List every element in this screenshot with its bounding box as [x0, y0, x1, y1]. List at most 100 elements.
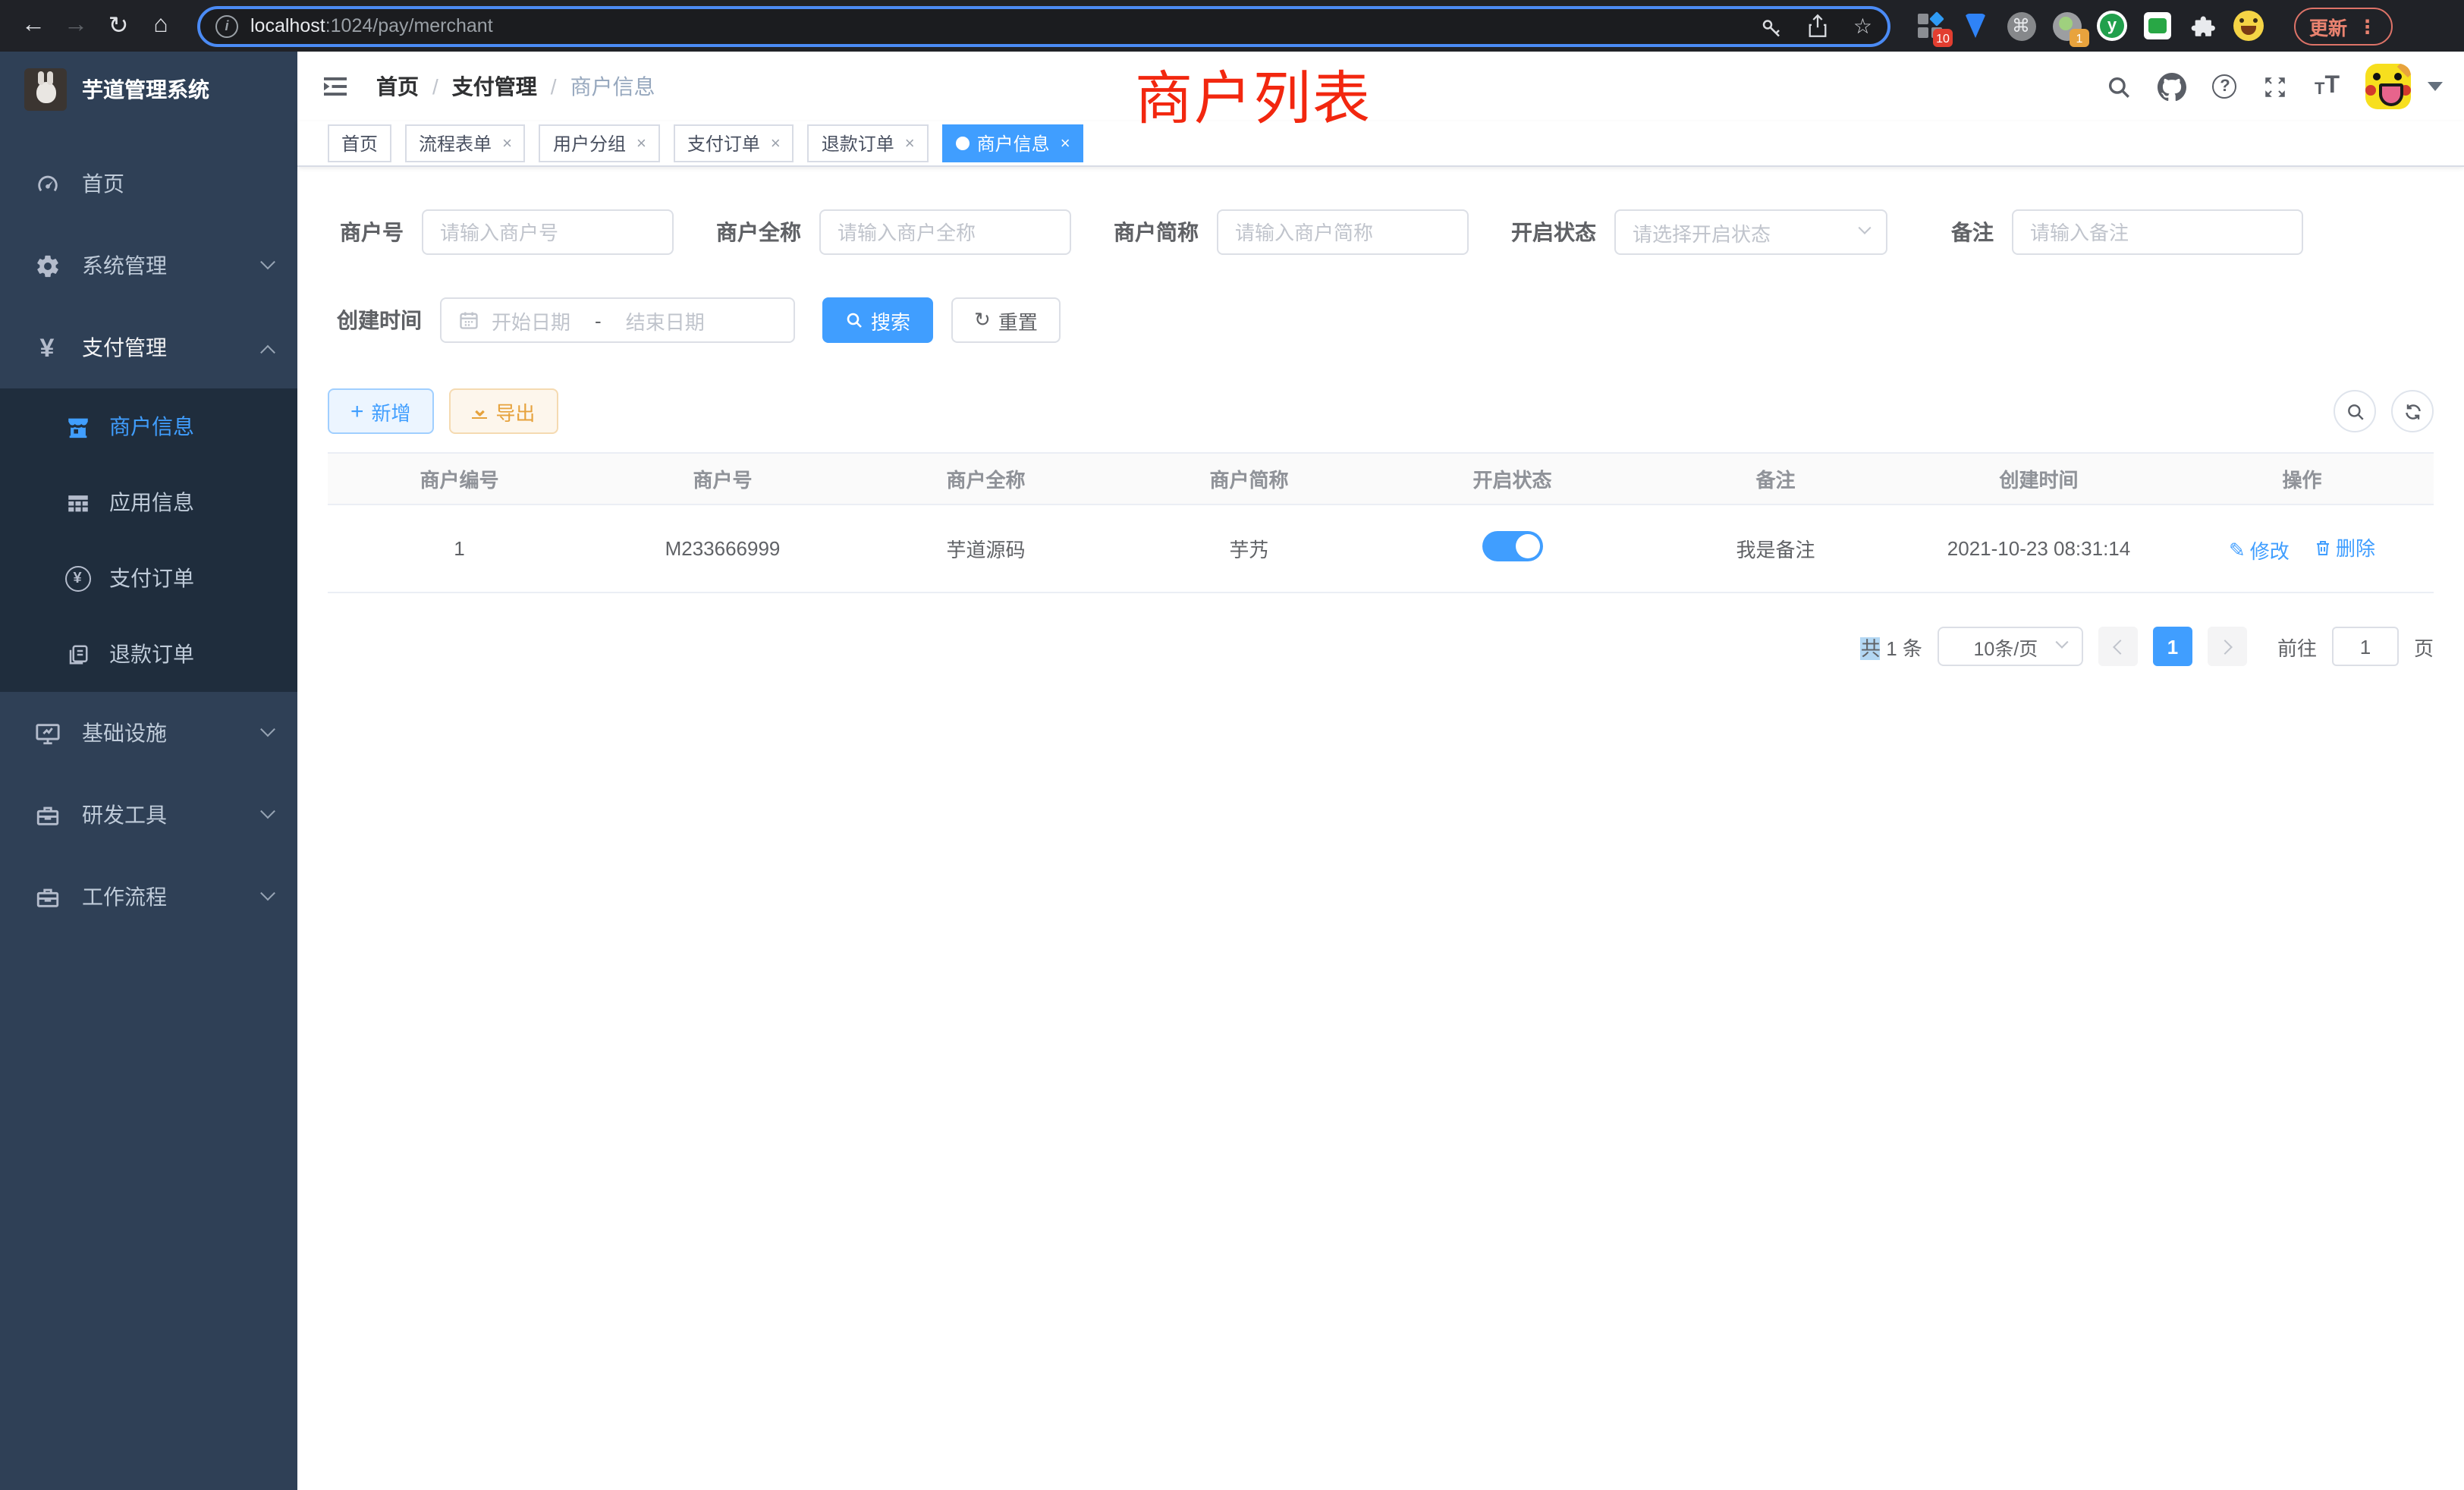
cell-created: 2021-10-23 08:31:14 [1907, 505, 2170, 593]
tab-refund-order[interactable]: 退款订单× [808, 124, 929, 162]
next-page-button[interactable] [2208, 627, 2247, 666]
col-header-remark: 备注 [1644, 453, 1907, 505]
remark-field[interactable] [2012, 209, 2303, 255]
bookmark-star-icon[interactable]: ☆ [1853, 13, 1872, 39]
kebab-menu-icon[interactable]: ⋮ [2358, 14, 2377, 37]
url-path: :1024/pay/merchant [325, 15, 493, 36]
col-header-id: 商户编号 [328, 453, 591, 505]
merchant-no-input[interactable] [440, 221, 655, 244]
fullscreen-icon[interactable] [2263, 74, 2289, 99]
github-icon[interactable] [2158, 72, 2187, 101]
app-logo-row[interactable]: 芋道管理系统 [0, 52, 297, 127]
page-number-1[interactable]: 1 [2153, 627, 2192, 666]
puzzle-extensions-icon[interactable] [2188, 11, 2218, 41]
navbar: 首页 / 支付管理 / 商户信息 商户列表 ? TT [297, 52, 2464, 121]
delete-icon [2313, 538, 2331, 556]
sidebar-fold-icon[interactable] [322, 74, 349, 99]
browser-toolbar: ← → ↻ ⌂ i localhost:1024/pay/merchant ☆ … [0, 0, 2464, 52]
y-extension-icon[interactable]: y [2097, 11, 2127, 41]
sidebar-item-merchant-info[interactable]: 商户信息 [0, 388, 297, 464]
toggle-search-button[interactable] [2334, 390, 2376, 432]
tab-process-form[interactable]: 流程表单× [405, 124, 526, 162]
breadcrumb-home[interactable]: 首页 [376, 71, 419, 102]
tab-home[interactable]: 首页 [328, 124, 391, 162]
sidebar-item-system[interactable]: 系统管理 [0, 225, 297, 306]
close-icon[interactable]: × [902, 134, 915, 152]
short-name-input[interactable] [1235, 221, 1450, 244]
tab-merchant-info[interactable]: 商户信息× [942, 124, 1084, 162]
user-avatar[interactable] [2365, 64, 2411, 109]
close-icon[interactable]: × [499, 134, 512, 152]
sidebar-item-devtools[interactable]: 研发工具 [0, 774, 297, 856]
sidebar-item-home[interactable]: 首页 [0, 143, 297, 225]
site-info-icon[interactable]: i [215, 14, 238, 37]
status-select[interactable]: 请选择开启状态 [1614, 209, 1887, 255]
prev-page-button[interactable] [2098, 627, 2138, 666]
reload-icon[interactable]: ↻ [100, 8, 137, 44]
sidebar-item-refund-order[interactable]: 退款订单 [0, 616, 297, 692]
full-name-field[interactable] [819, 209, 1071, 255]
remark-input[interactable] [2030, 221, 2285, 244]
search-button[interactable]: 搜索 [822, 297, 933, 343]
end-date[interactable]: 结束日期 [626, 306, 705, 335]
tab-pay-order[interactable]: 支付订单× [674, 124, 794, 162]
edit-link[interactable]: ✎修改 [2229, 536, 2290, 564]
sidebar-item-infra[interactable]: 基础设施 [0, 692, 297, 774]
export-button[interactable]: ⌄ 导出 [449, 388, 558, 434]
status-toggle[interactable] [1482, 531, 1543, 561]
date-range-picker[interactable]: 开始日期 - 结束日期 [440, 297, 795, 343]
breadcrumb-pay[interactable]: 支付管理 [452, 71, 537, 102]
forward-icon[interactable]: → [58, 8, 94, 44]
short-name-field[interactable] [1217, 209, 1469, 255]
command-extension-icon[interactable]: ⌘ [2006, 11, 2036, 41]
add-button[interactable]: + 新增 [328, 388, 434, 434]
tab-user-group[interactable]: 用户分组× [539, 124, 660, 162]
sidebar: 芋道管理系统 首页 系统管理 ¥ 支付管 [0, 52, 297, 1490]
close-icon[interactable]: × [1058, 134, 1070, 152]
grid-extension-icon[interactable]: 10 [1915, 11, 1945, 41]
search-icon [845, 311, 863, 329]
back-icon[interactable]: ← [15, 8, 52, 44]
profile-extension-icon[interactable]: 1 [2051, 11, 2082, 41]
font-size-icon[interactable]: TT [2315, 74, 2340, 99]
chevron-down-icon [260, 721, 275, 736]
sidebar-item-app-info[interactable]: 应用信息 [0, 464, 297, 540]
col-header-status: 开启状态 [1381, 453, 1644, 505]
merchant-no-field[interactable] [422, 209, 674, 255]
filter-label-status: 开启状态 [1502, 217, 1596, 247]
page-size-select[interactable]: 10条/页 [1938, 627, 2083, 666]
full-name-input[interactable] [838, 221, 1053, 244]
caret-down-icon[interactable] [2428, 82, 2443, 91]
sidebar-item-pay-order[interactable]: ¥ 支付订单 [0, 540, 297, 616]
update-button[interactable]: 更新 ⋮ [2294, 7, 2392, 45]
chat-extension-icon[interactable] [2142, 11, 2173, 41]
search-icon[interactable] [2107, 74, 2132, 99]
filter-label-full-name: 商户全称 [707, 217, 801, 247]
url-bar[interactable]: i localhost:1024/pay/merchant ☆ [197, 5, 1890, 46]
pay-submenu: 商户信息 应用信息 ¥ 支付订单 [0, 388, 297, 692]
reset-button[interactable]: ↻ 重置 [951, 297, 1061, 343]
page-content: 商户号 商户全称 商户简称 开启状态 请选择开启状态 备注 创建时间 [297, 167, 2464, 1490]
filter-label-create-time: 创建时间 [328, 305, 422, 335]
password-key-icon[interactable] [1761, 14, 1784, 37]
refresh-table-button[interactable] [2391, 390, 2434, 432]
delete-link[interactable]: 删除 [2313, 533, 2375, 561]
filter-label-merchant-no: 商户号 [328, 217, 404, 247]
plus-icon: + [350, 398, 364, 424]
share-icon[interactable] [1808, 14, 1829, 38]
sidebar-item-workflow[interactable]: 工作流程 [0, 856, 297, 938]
breadcrumb: 首页 / 支付管理 / 商户信息 [376, 71, 655, 102]
home-icon[interactable]: ⌂ [143, 8, 179, 44]
extensions-row: 10 ⌘ 1 y 更新 ⋮ [1915, 7, 2392, 45]
sidebar-item-pay[interactable]: ¥ 支付管理 [0, 306, 297, 388]
col-header-created: 创建时间 [1907, 453, 2170, 505]
help-icon[interactable]: ? [2213, 74, 2237, 99]
browser-profile-avatar[interactable] [2233, 11, 2264, 41]
goto-label: 前往 [2277, 632, 2317, 661]
start-date[interactable]: 开始日期 [492, 306, 570, 335]
close-icon[interactable]: × [633, 134, 646, 152]
goto-page-input[interactable] [2332, 627, 2399, 666]
close-icon[interactable]: × [768, 134, 781, 152]
refresh-icon [2403, 401, 2422, 421]
gem-extension-icon[interactable] [1960, 11, 1991, 41]
